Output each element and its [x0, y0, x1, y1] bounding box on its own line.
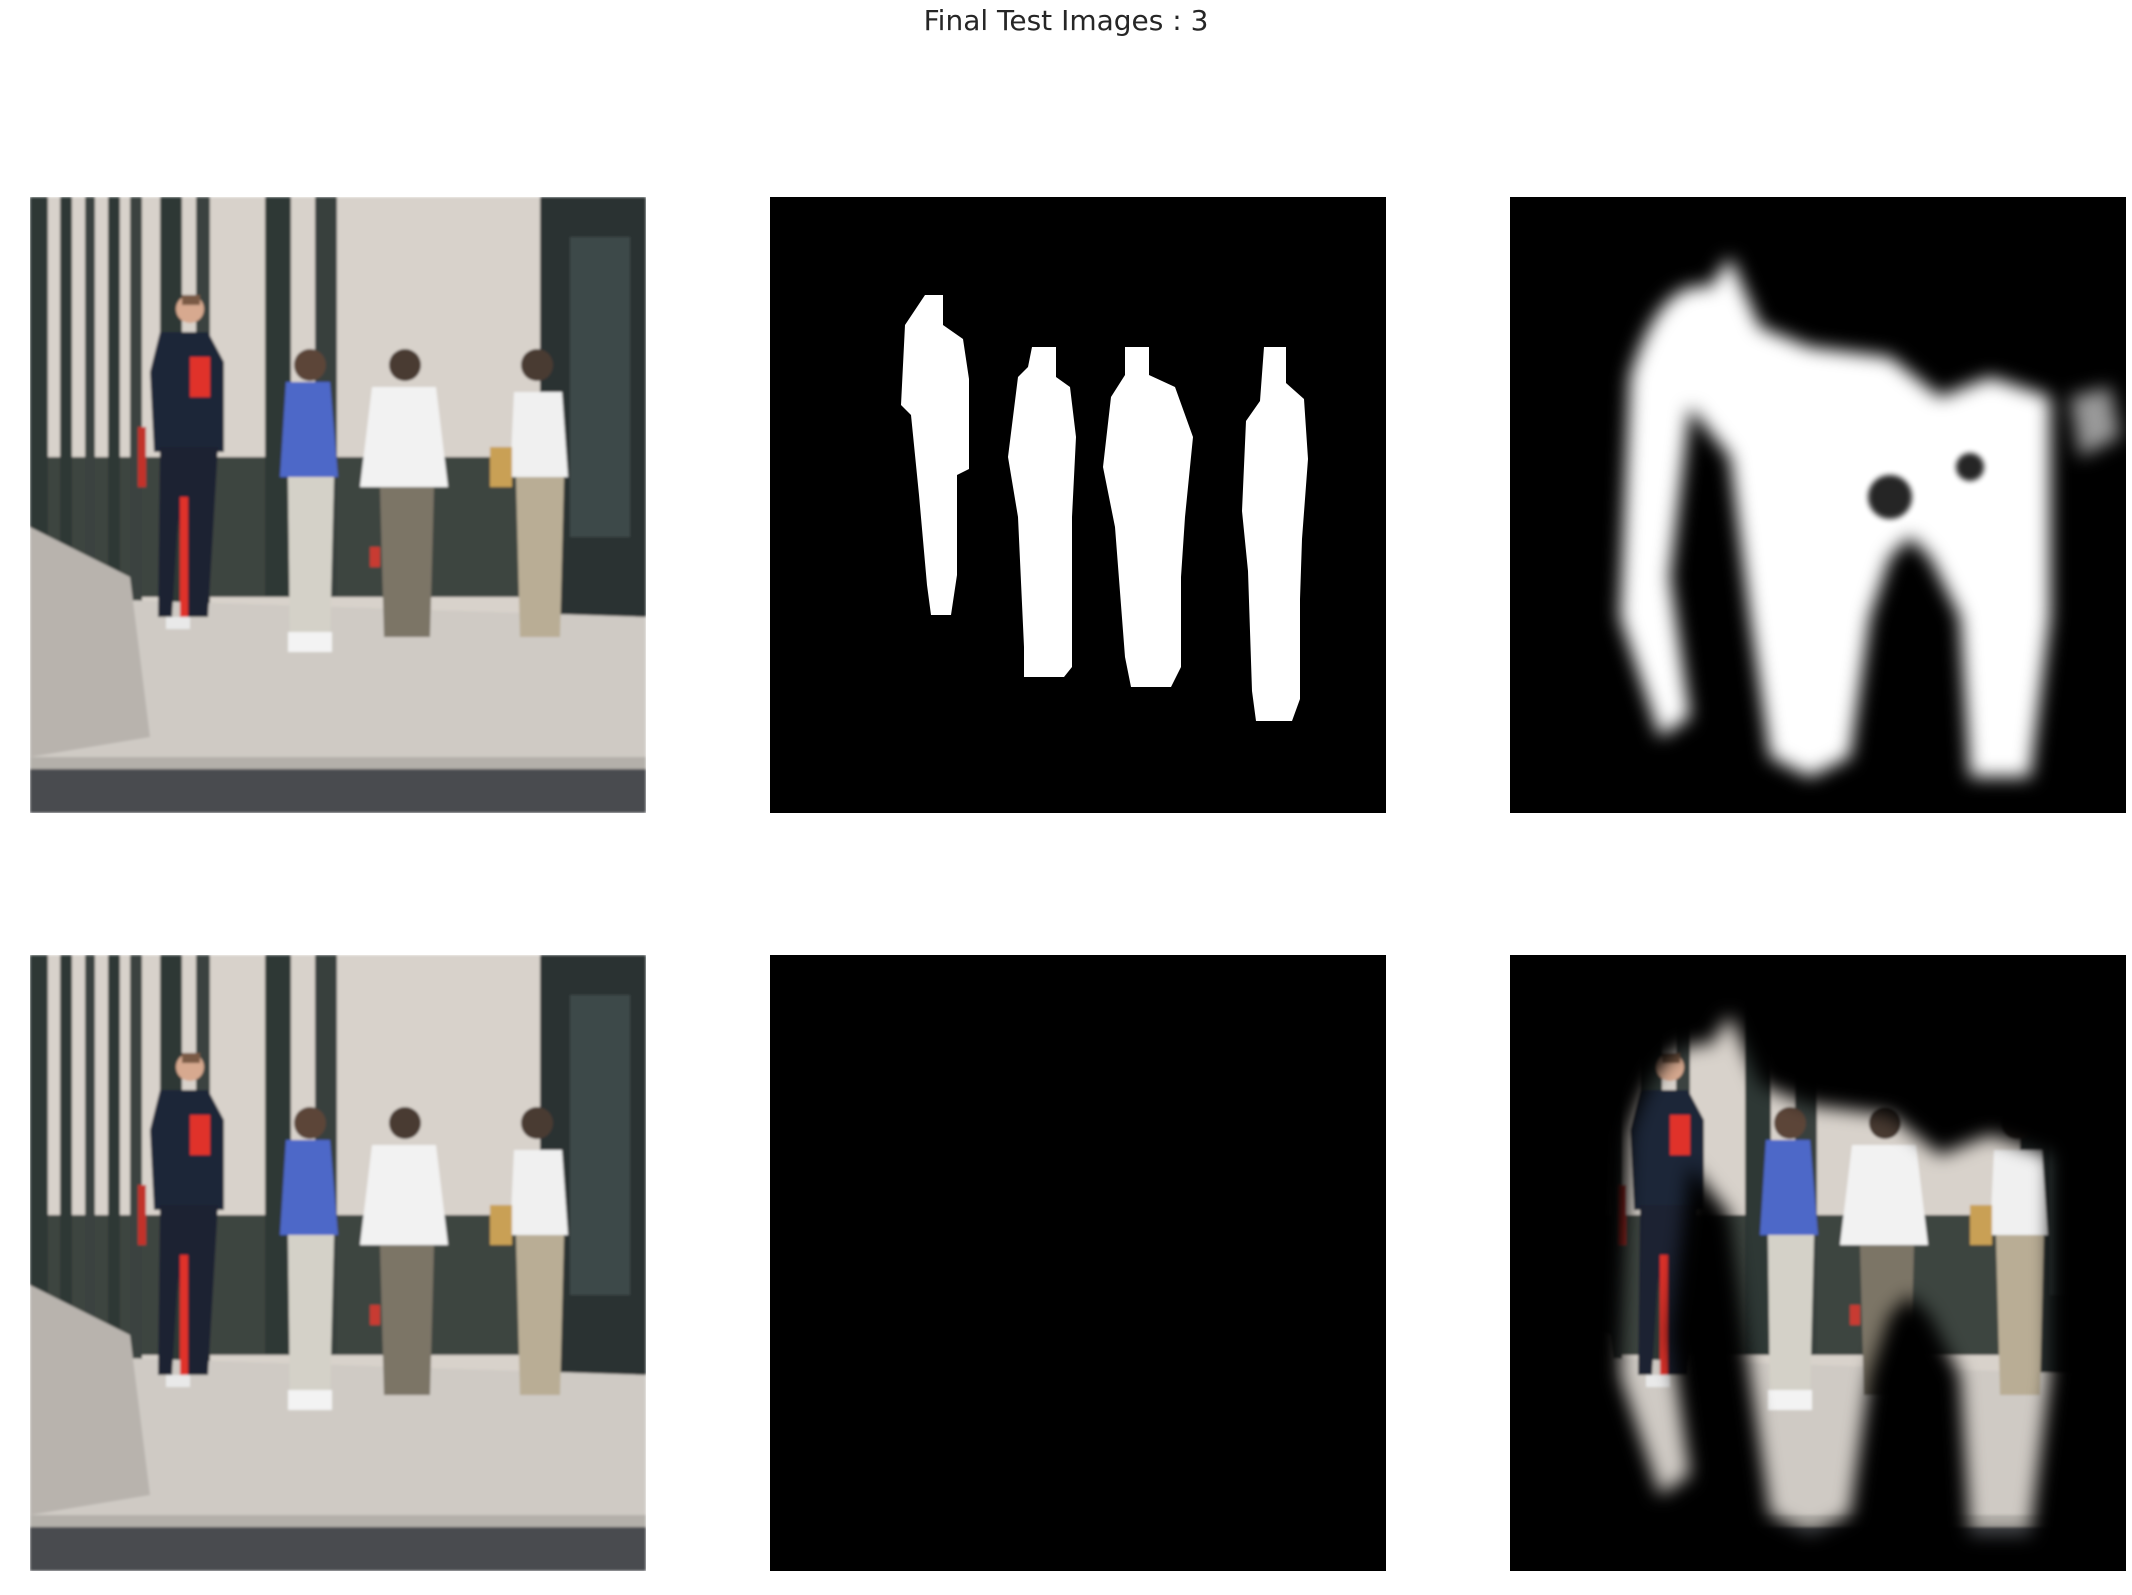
predicted-masked-image [1510, 955, 2126, 1571]
predicted-mask [1510, 197, 2126, 813]
ground-truth-masked-image [770, 955, 1386, 1571]
ground-truth-mask [770, 197, 1386, 813]
input-image-copy [30, 955, 646, 1571]
figure-title: Final Test Images : 3 [923, 4, 1209, 37]
input-image [30, 197, 646, 813]
